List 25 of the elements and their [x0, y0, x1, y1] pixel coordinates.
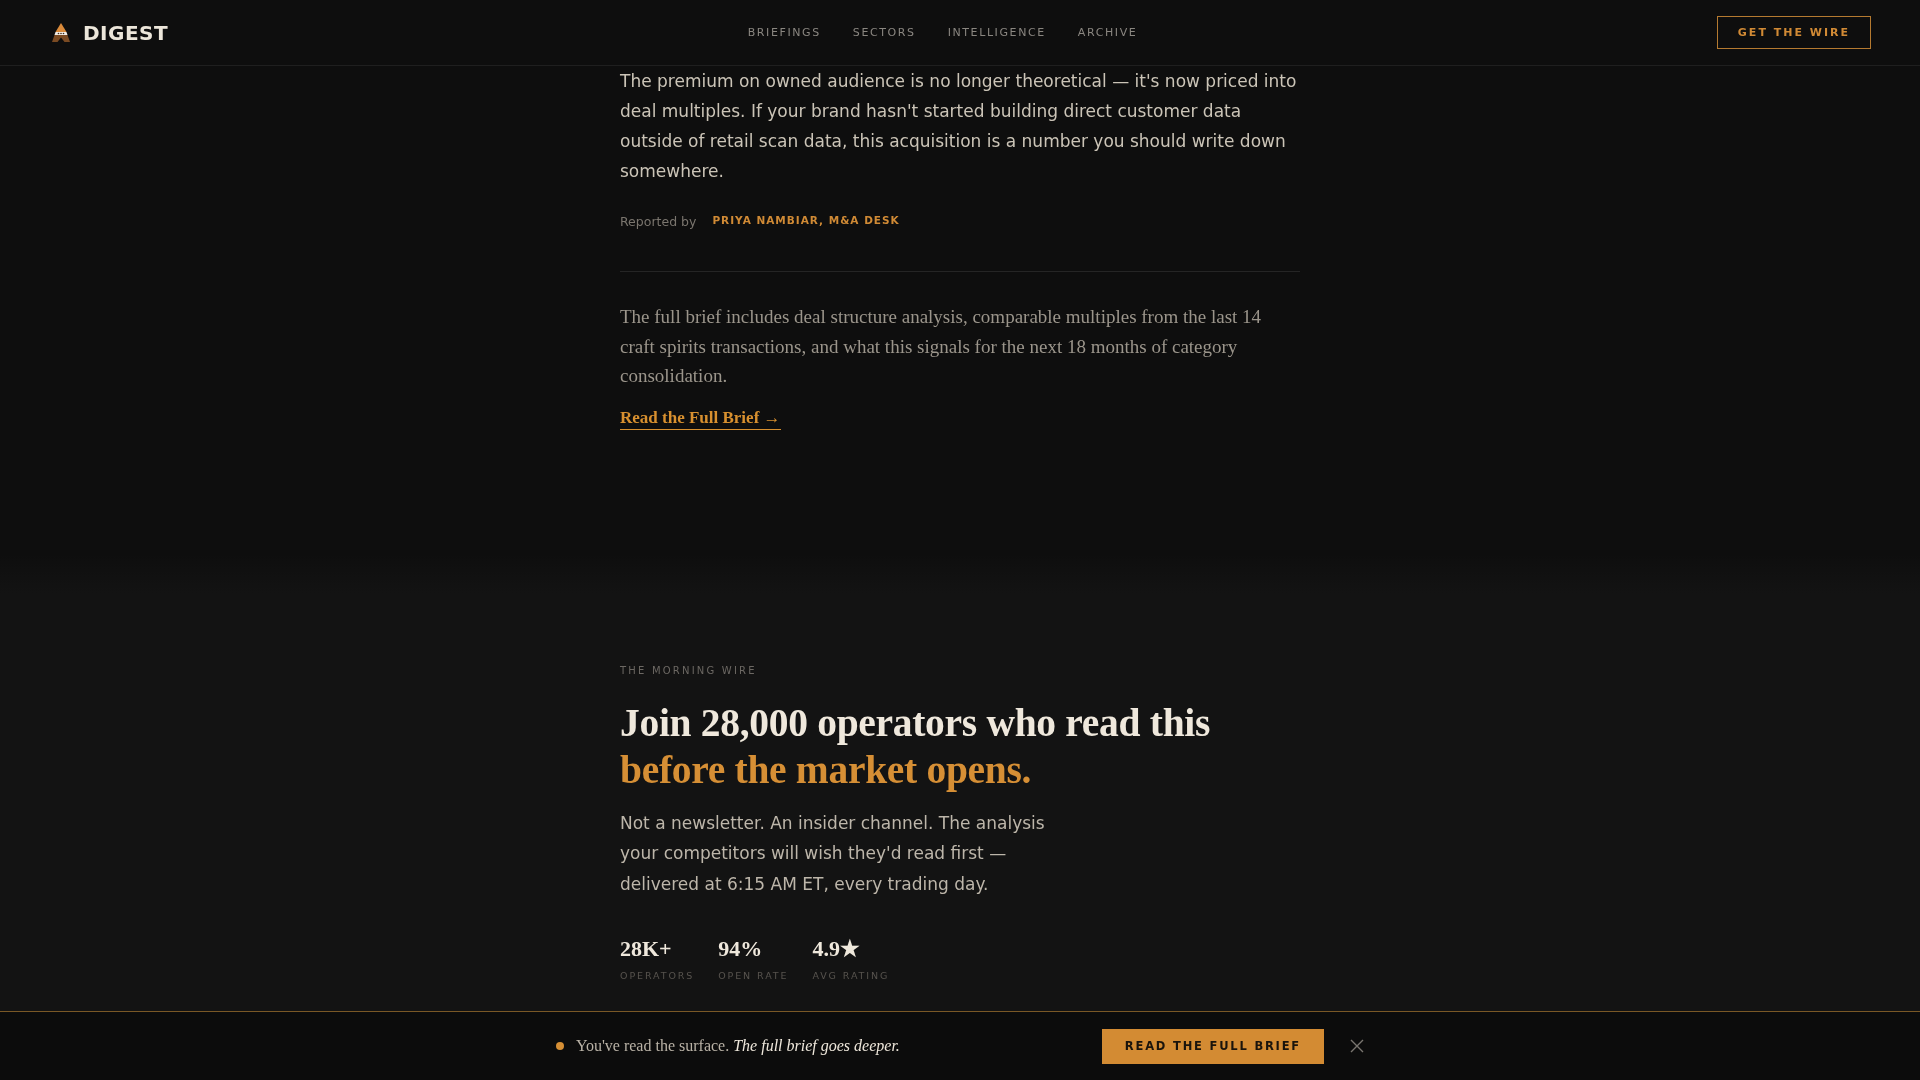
nav-link[interactable]: INTELLIGENCE [947, 26, 1046, 39]
brand-name[interactable]: DIGEST [83, 20, 169, 45]
author-byline: PRIYA NAMBIAR, M&A DESK [712, 214, 900, 226]
read-brief-link[interactable]: Read the Full Brief → [620, 406, 781, 430]
cta-button[interactable]: GET THE WIRE [1716, 16, 1871, 49]
read-brief-button[interactable]: READ THE FULL BRIEF [1101, 1028, 1324, 1064]
status-dot-icon [556, 1042, 564, 1050]
nav-link[interactable]: ARCHIVE [1077, 26, 1138, 39]
stat-value: 4.9★ [812, 935, 861, 963]
logo-icon[interactable] [52, 23, 70, 42]
byline-label: Reported by [620, 213, 697, 229]
stat-label: OPEN RATE [718, 969, 789, 983]
teaser-paragraph: The full brief includes deal structure analysis, comparable multiples from the last 14 craft spirits transactions, and what this signals for the next 18 months of category consolidation. [620, 305, 1263, 388]
nav-link[interactable]: BRIEFINGS [747, 26, 821, 39]
stat-value: 28K+ [620, 935, 673, 963]
stat-value: 94% [718, 935, 764, 963]
stat-label: AVG RATING [812, 969, 890, 983]
signup-heading: Join 28,000 operators who read this before the market opens. [620, 699, 1212, 794]
close-icon[interactable] [1350, 1039, 1364, 1053]
nav-link[interactable]: SECTORS [852, 26, 916, 39]
article-paragraph: The premium on owned audience is no longer theoretical — it's now priced into deal multiples. If your brand hasn't started building direct customer data outside of retail scan data, this acquisition is a number you should write down somewhere. [620, 70, 1298, 183]
prompt-message: You've read the surface. The full brief goes deeper. [576, 1037, 900, 1055]
stat-label: OPERATORS [620, 969, 695, 983]
signup-description: Not a newsletter. An insider channel. The analysis your competitors will wish they'd read first — delivered at 6:15 AM ET, every trading day. [620, 811, 1046, 896]
section-eyebrow: THE MORNING WIRE [620, 663, 758, 678]
